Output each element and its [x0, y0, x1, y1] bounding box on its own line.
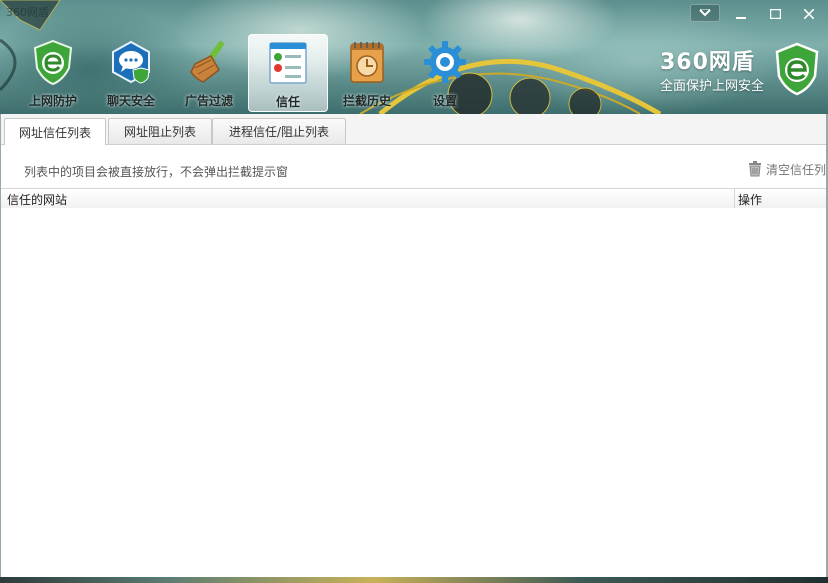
nav-item-chat-safety[interactable]: 聊天安全: [92, 34, 170, 110]
tab-label: 网址信任列表: [18, 125, 91, 140]
tab-label: 进程信任/阻止列表: [228, 125, 330, 139]
trash-icon: [749, 161, 761, 177]
close-button[interactable]: [792, 4, 826, 24]
menu-button[interactable]: [690, 4, 720, 22]
trust-list-icon: [269, 42, 307, 84]
brand-shield-logo-icon: [775, 42, 819, 96]
nav-item-web-protection[interactable]: 上网防护: [14, 34, 92, 110]
window-bottom-border: [0, 577, 828, 583]
shield-e-icon: [33, 39, 73, 86]
trusted-site-list[interactable]: [0, 208, 826, 576]
nav-label: 信任: [275, 95, 300, 109]
gear-icon: [424, 41, 466, 83]
brand: 360网盾 全面保护上网安全: [660, 42, 820, 96]
minimize-button[interactable]: [724, 4, 758, 24]
nav-item-trust[interactable]: 信任: [248, 34, 328, 112]
minimize-icon: [736, 17, 746, 19]
info-text: 列表中的项目会被直接放行，不会弹出拦截提示窗: [24, 165, 289, 179]
nav-label: 广告过滤: [184, 94, 233, 108]
brand-slogan: 全面保护上网安全: [659, 79, 764, 94]
nav-label: 拦截历史: [342, 94, 391, 108]
nav-item-ad-filter[interactable]: 广告过滤: [170, 34, 248, 110]
broom-icon: [190, 41, 224, 83]
history-clock-icon: [350, 42, 384, 83]
brand-name: 360网盾: [659, 50, 755, 75]
tab-bar: 网址信任列表 网址阻止列表 进程信任/阻止列表: [0, 114, 828, 145]
chat-shield-icon: [112, 40, 150, 84]
tab-url-trust-list[interactable]: 网址信任列表: [4, 118, 106, 145]
nav-label: 设置: [432, 94, 457, 108]
nav-label: 上网防护: [28, 94, 77, 108]
header-banner: 360网盾 上网防护 聊天安全 广告过滤 信任 拦截历史 设置 360网盾 全面…: [0, 0, 828, 114]
nav-item-block-history[interactable]: 拦截历史: [328, 34, 406, 110]
maximize-icon: [769, 9, 781, 19]
clear-button-label: 清空信任列: [766, 162, 827, 177]
tab-process-trust-block-list[interactable]: 进程信任/阻止列表: [212, 118, 346, 144]
column-divider: [734, 189, 735, 208]
chevron-down-icon: [699, 9, 711, 17]
table-header: 信任的网站 操作: [0, 188, 826, 209]
close-icon: [804, 9, 814, 19]
column-header-action[interactable]: 操作: [738, 191, 762, 208]
window-border-left: [0, 114, 1, 579]
maximize-button[interactable]: [758, 4, 792, 24]
nav-item-settings[interactable]: 设置: [406, 34, 484, 110]
clear-trust-list-button[interactable]: 清空信任列: [742, 158, 828, 180]
tab-label: 网址阻止列表: [123, 125, 196, 139]
main-nav: 上网防护 聊天安全 广告过滤 信任 拦截历史 设置: [14, 34, 484, 112]
brand-text: 360网盾 全面保护上网安全: [660, 44, 764, 94]
column-header-trusted-site[interactable]: 信任的网站: [7, 191, 67, 208]
nav-label: 聊天安全: [106, 94, 155, 108]
tab-url-block-list[interactable]: 网址阻止列表: [108, 118, 212, 144]
window-title: 360网盾: [6, 6, 49, 19]
window-controls: [690, 4, 826, 24]
